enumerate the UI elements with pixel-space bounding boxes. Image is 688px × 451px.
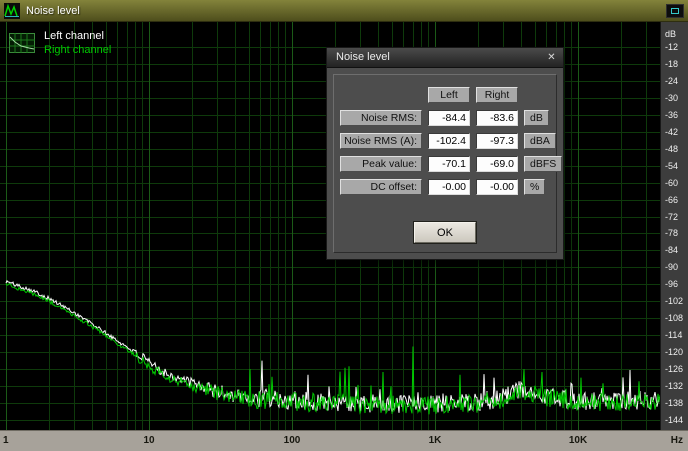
peak-value-unit: dBFS [524,156,563,172]
dc-offset-left-value: -0.00 [428,179,470,195]
y-tick-label: -102 [665,296,684,307]
noise-rms-a-unit: dBA [524,133,556,149]
y-axis: dB -12 -18 -24 -30 -36 -42 -48 -54 -60 -66 -72 -78 -8… [660,22,688,430]
minimize-icon [671,8,679,14]
dialog-content-frame: Left Right Noise RMS: -84.4 -83.6 dB Noi… [333,74,563,253]
y-tick-label: -120 [665,347,684,358]
noise-rms-right-value: -83.6 [476,110,518,126]
noise-rms-unit: dB [524,110,549,126]
x-tick-label: 10 [143,435,155,446]
legend-left-channel: Left channel [44,30,104,42]
y-tick-label: -36 [665,109,679,120]
right-channel-curve [5,283,660,415]
window-titlebar[interactable]: Noise level [0,0,688,22]
peak-value-left-value: -70.1 [428,156,470,172]
y-tick-label: -24 [665,75,679,86]
y-tick-label: -12 [665,42,679,52]
close-button[interactable]: ✕ [544,50,559,65]
ok-button[interactable]: OK [413,221,477,244]
y-tick-label: -60 [665,177,679,188]
x-tick-label: 10K [568,435,588,446]
y-tick-label: -114 [665,330,683,341]
y-tick-label: -96 [665,279,679,290]
app-window: Noise level Left channel Right channel d… [0,0,688,451]
legend: Left channel Right channel [9,29,111,57]
x-tick-label: 100 [283,435,301,446]
y-tick-label: -66 [665,194,679,205]
dc-offset-label: DC offset: [340,179,422,195]
x-axis-unit: Hz [670,435,683,446]
noise-level-dialog: Noise level ✕ Left Right Noise RMS: -84.… [326,47,564,260]
minimize-button[interactable] [666,4,684,18]
results-table: Left Right Noise RMS: -84.4 -83.6 dB Noi… [340,87,563,195]
dialog-title: Noise level [336,51,390,63]
y-tick-label: -84 [665,245,679,256]
y-axis-unit: dB [665,29,677,39]
noise-rms-a-left-value: -102.4 [428,133,470,149]
y-tick-label: -54 [665,160,679,171]
y-tick-label: -78 [665,228,679,239]
noise-rms-a-right-value: -97.3 [476,133,518,149]
y-tick-label: -144 [665,414,684,425]
app-icon [4,2,20,19]
legend-right-channel: Right channel [44,44,112,56]
close-icon: ✕ [547,52,556,63]
dialog-titlebar[interactable]: Noise level ✕ [327,48,563,68]
y-tick-label: -108 [665,313,684,324]
column-header-right: Right [476,87,518,103]
peak-value-label: Peak value: [340,156,422,172]
dc-offset-right-value: -0.00 [476,179,518,195]
y-tick-label: -132 [665,381,684,392]
legend-chart-icon [9,33,35,53]
y-tick-label: -42 [665,126,679,137]
y-tick-label: -126 [665,364,684,375]
column-header-left: Left [428,87,470,103]
y-tick-label: -72 [665,211,679,222]
peak-value-right-value: -69.0 [476,156,518,172]
y-tick-label: -90 [665,262,679,273]
x-tick-label: 1 [3,435,9,446]
y-tick-label: -18 [665,58,679,69]
noise-rms-left-value: -84.4 [428,110,470,126]
x-axis: 1 10 100 1K 10K Hz [0,430,688,451]
window-title: Noise level [26,4,80,17]
y-tick-label: -30 [665,92,679,103]
noise-rms-label: Noise RMS: [340,110,422,126]
x-tick-label: 1K [428,435,442,446]
y-tick-label: -138 [665,398,684,409]
dc-offset-unit: % [524,179,546,195]
y-tick-label: -48 [665,143,679,154]
noise-rms-a-label: Noise RMS (A): [340,133,422,149]
